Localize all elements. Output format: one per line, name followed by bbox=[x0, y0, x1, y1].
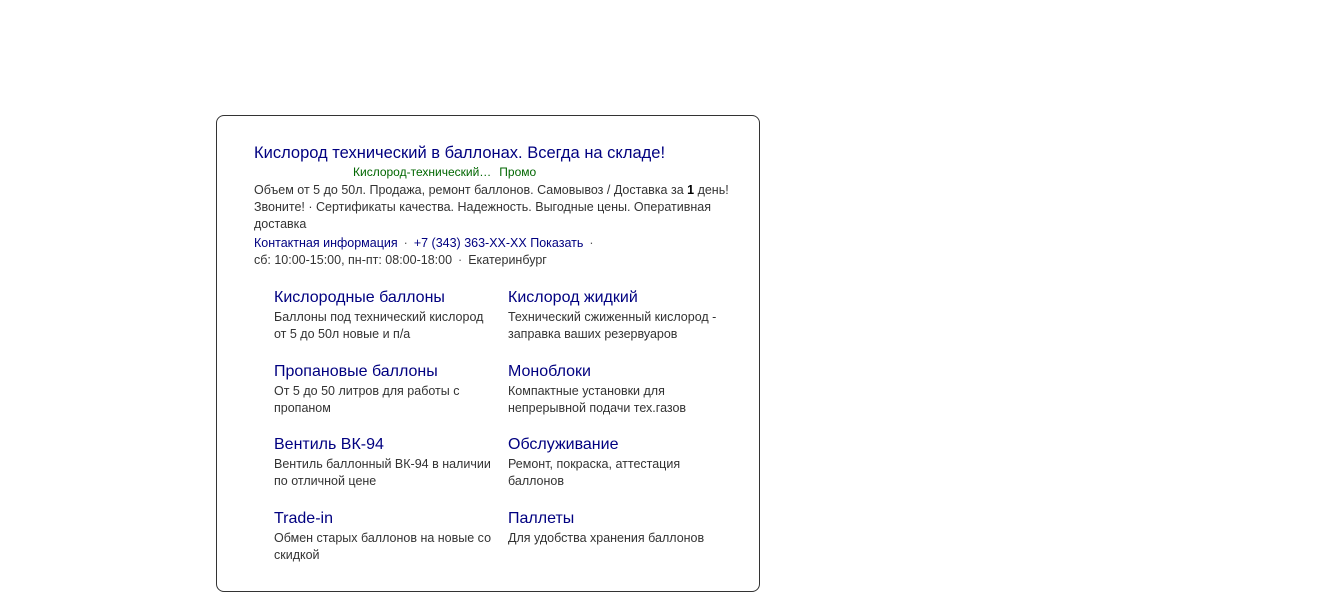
ad-description: Объем от 5 до 50л. Продажа, ремонт балло… bbox=[254, 182, 754, 233]
sitelink-description: Баллоны под технический кислород от 5 до… bbox=[274, 310, 484, 341]
ad-display-url[interactable]: Кислород-технический… bbox=[353, 165, 491, 179]
sitelink-title[interactable]: Кислородные баллоны bbox=[274, 288, 499, 308]
sitelink-title[interactable]: Пропановые баллоны bbox=[274, 362, 499, 382]
ad-text-part1: Объем от 5 до 50л. Продажа, ремонт балло… bbox=[254, 183, 688, 197]
sitelink-title[interactable]: Паллеты bbox=[508, 509, 733, 529]
sitelink-title[interactable]: Моноблоки bbox=[508, 362, 733, 382]
contact-info-link[interactable]: Контактная информация bbox=[254, 236, 398, 250]
sitelink-description: Ремонт, покраска, аттестация баллонов bbox=[508, 457, 681, 488]
contact-line: Контактная информация · +7 (343) 363-XX-XX… bbox=[254, 236, 600, 250]
sitelink-description: Для удобства хранения баллонов bbox=[508, 531, 705, 545]
sitelink-title[interactable]: Вентиль ВК-94 bbox=[274, 435, 499, 455]
sitelink-description: Технический сжиженный кислород - заправк… bbox=[508, 310, 717, 341]
separator-dot: · bbox=[589, 236, 594, 250]
sitelink: Моноблоки Компактные установки для непре… bbox=[508, 362, 733, 417]
sitelink-description: От 5 до 50 литров для работы с пропаном bbox=[274, 384, 460, 415]
sitelink: Кислород жидкий Технический сжиженный ки… bbox=[508, 288, 733, 343]
hours-line: сб: 10:00-15:00, пн-пт: 08:00-18:00 · Екат… bbox=[254, 253, 547, 267]
sitelink: Обслуживание Ремонт, покраска, аттестаци… bbox=[508, 435, 733, 490]
sitelink-description: Обмен старых баллонов на новые со скидко… bbox=[274, 531, 492, 562]
sitelink: Паллеты Для удобства хранения баллонов bbox=[508, 509, 733, 547]
working-hours: сб: 10:00-15:00, пн-пт: 08:00-18:00 bbox=[254, 253, 453, 267]
sitelink-title[interactable]: Trade-in bbox=[274, 509, 499, 529]
phone-number[interactable]: +7 (343) 363-XX-XX bbox=[414, 236, 527, 250]
ad-card: Кислород технический в баллонах. Всегда … bbox=[216, 115, 760, 592]
separator-dot: · bbox=[458, 253, 463, 267]
sitelink-description: Компактные установки для непрерывной под… bbox=[508, 384, 687, 415]
sitelink-title[interactable]: Обслуживание bbox=[508, 435, 733, 455]
ad-title-link[interactable]: Кислород технический в баллонах. Всегда … bbox=[254, 144, 665, 163]
sitelink-title[interactable]: Кислород жидкий bbox=[508, 288, 733, 308]
show-phone-link[interactable]: Показать bbox=[530, 236, 583, 250]
sitelink: Вентиль ВК-94 Вентиль баллонный ВК-94 в … bbox=[274, 435, 499, 490]
separator-dot: · bbox=[403, 236, 408, 250]
sitelink: Trade-in Обмен старых баллонов на новые … bbox=[274, 509, 499, 564]
promo-link[interactable]: Промо bbox=[499, 165, 536, 179]
sitelink: Пропановые баллоны От 5 до 50 литров для… bbox=[274, 362, 499, 417]
sitelink: Кислородные баллоны Баллоны под техничес… bbox=[274, 288, 499, 343]
sitelink-description: Вентиль баллонный ВК-94 в наличии по отл… bbox=[274, 457, 491, 488]
city: Екатеринбург bbox=[468, 253, 547, 267]
ad-url-line: Кислород-технический… Промо bbox=[353, 165, 536, 179]
